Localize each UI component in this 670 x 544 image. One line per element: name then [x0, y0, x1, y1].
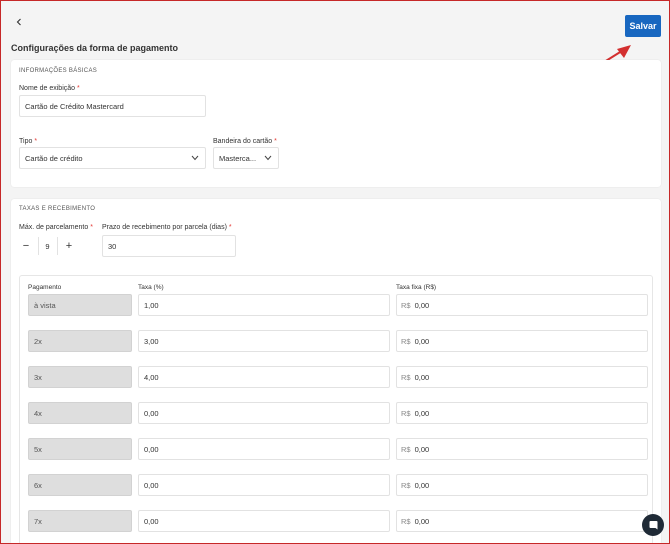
page-title: Configurações da forma de pagamento	[11, 43, 179, 53]
brand-select[interactable]: Mastercа...	[213, 147, 279, 169]
fixed-fee-input[interactable]: R$ 0,00	[396, 330, 648, 352]
rate-input[interactable]: 1,00	[138, 294, 390, 316]
fixed-fee-input[interactable]: R$ 0,00	[396, 474, 648, 496]
increment-button[interactable]: +	[62, 237, 76, 255]
display-name-input[interactable]: Cartão de Crédito Mastercard	[19, 95, 206, 117]
max-installments-stepper[interactable]: − 9 +	[19, 236, 76, 256]
fixed-fee-value: 0,00	[414, 516, 430, 526]
rate-input[interactable]: 0,00	[138, 474, 390, 496]
receive-days-input[interactable]: 30	[102, 235, 236, 257]
currency-prefix: R$	[401, 480, 411, 490]
payment-cell: 3x	[28, 366, 132, 388]
chat-button[interactable]	[642, 514, 664, 536]
payment-cell: à vista	[28, 294, 132, 316]
payment-cell: 5x	[28, 438, 132, 460]
max-installments-value: 9	[37, 237, 58, 255]
rate-input[interactable]: 0,00	[138, 510, 390, 532]
fixed-fee-input[interactable]: R$ 0,00	[396, 438, 648, 460]
display-name-label: Nome de exibição *	[19, 85, 80, 92]
payment-cell: 2x	[28, 330, 132, 352]
chevron-down-icon	[264, 155, 272, 161]
fixed-fee-value: 0,00	[414, 444, 430, 454]
fixed-fee-input[interactable]: R$ 0,00	[396, 294, 648, 316]
payment-cell: 6x	[28, 474, 132, 496]
currency-prefix: R$	[401, 516, 411, 526]
column-header-fixed: Taxa fixa (R$)	[396, 284, 437, 291]
currency-prefix: R$	[401, 336, 411, 346]
column-header-rate: Taxa (%)	[138, 284, 164, 291]
fixed-fee-input[interactable]: R$ 0,00	[396, 510, 648, 532]
back-button[interactable]	[11, 14, 27, 30]
column-header-payment: Pagamento	[28, 284, 62, 291]
rate-input[interactable]: 3,00	[138, 330, 390, 352]
type-select[interactable]: Cartão de crédito	[19, 147, 206, 169]
type-select-value: Cartão de crédito	[25, 153, 83, 163]
receive-days-label: Prazo de recebimento por parcela (dias) *	[102, 224, 232, 231]
fixed-fee-value: 0,00	[414, 408, 430, 418]
page-frame: Salvar Configurações da forma de pagamen…	[0, 0, 670, 544]
fees-card: TAXAS E RECEBIMENTO Máx. de parcelamento…	[11, 199, 661, 543]
currency-prefix: R$	[401, 444, 411, 454]
chat-icon	[649, 520, 657, 529]
type-label: Tipo *	[19, 138, 38, 145]
chevron-down-icon	[191, 155, 199, 161]
brand-select-value: Mastercа...	[219, 153, 257, 163]
section-title-basic-info: INFORMAÇÕES BÁSICAS	[19, 68, 98, 74]
currency-prefix: R$	[401, 300, 411, 310]
fixed-fee-input[interactable]: R$ 0,00	[396, 366, 648, 388]
decrement-button[interactable]: −	[19, 237, 33, 255]
save-button[interactable]: Salvar	[625, 15, 661, 37]
fixed-fee-value: 0,00	[414, 372, 430, 382]
fixed-fee-value: 0,00	[414, 300, 430, 310]
rate-input[interactable]: 0,00	[138, 438, 390, 460]
currency-prefix: R$	[401, 372, 411, 382]
payment-cell: 7x	[28, 510, 132, 532]
installments-table: Pagamento Taxa (%) Taxa fixa (R$) à vist…	[19, 275, 653, 543]
fixed-fee-value: 0,00	[414, 336, 430, 346]
max-installments-label: Máx. de parcelamento *	[19, 224, 93, 231]
brand-label: Bandeira do cartão *	[213, 138, 277, 145]
payment-cell: 4x	[28, 402, 132, 424]
section-title-fees: TAXAS E RECEBIMENTO	[19, 206, 96, 212]
fixed-fee-value: 0,00	[414, 480, 430, 490]
rate-input[interactable]: 4,00	[138, 366, 390, 388]
basic-info-card: INFORMAÇÕES BÁSICAS Nome de exibição * Ca…	[11, 60, 661, 187]
currency-prefix: R$	[401, 408, 411, 418]
rate-input[interactable]: 0,00	[138, 402, 390, 424]
fixed-fee-input[interactable]: R$ 0,00	[396, 402, 648, 424]
chevron-left-icon	[16, 18, 21, 26]
